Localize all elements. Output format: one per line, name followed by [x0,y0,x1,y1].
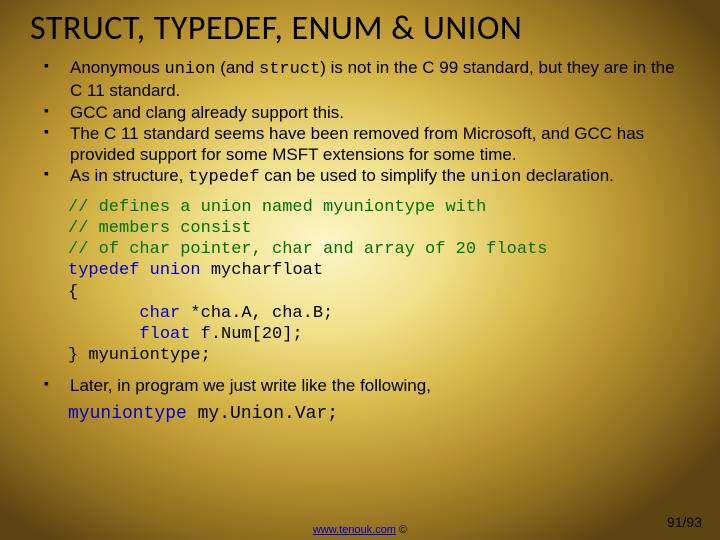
text: declaration. [521,166,614,185]
text: As in structure, [70,166,188,185]
code-keyword: char [68,304,180,323]
code-comment: // of char pointer, char and array of 20… [68,240,547,259]
text: Anonymous [70,58,165,77]
code-keyword: typedef [68,261,139,280]
bullet-list-bottom: Later, in program we just write like the… [30,375,690,396]
footer: www.tenouk.com © [0,524,720,536]
code-text: my.Union.Var; [187,404,338,424]
text: can be used to simplify the [260,166,471,185]
code-keyword: union [150,261,201,280]
footer-link[interactable]: www.tenouk.com [313,524,396,536]
code-block: // defines a union named myuniontype wit… [68,197,690,367]
code-keyword: float [68,325,190,344]
code-inline: typedef [188,168,259,187]
bullet-5: Later, in program we just write like the… [44,375,690,396]
code-comment: // members consist [68,219,252,238]
page-number: 91/93 [667,514,702,530]
code-text: { [68,283,78,302]
text: (and [216,58,259,77]
slide: STRUCT, TYPEDEF, ENUM & UNION Anonymous … [0,0,720,540]
bullet-2: GCC and clang already support this. [44,102,690,123]
bullet-1: Anonymous union (and struct) is not in t… [44,57,690,102]
code-text: mycharfloat [201,261,323,280]
bullet-list-top: Anonymous union (and struct) is not in t… [30,57,690,189]
code-inline: struct [259,60,320,79]
code-keyword: myuniontype [68,404,187,424]
bullet-3: The C 11 standard seems have been remove… [44,123,690,166]
slide-title: STRUCT, TYPEDEF, ENUM & UNION [30,8,690,49]
code-text: } myuniontype; [68,346,211,365]
code-inline: union [470,168,521,187]
bullet-4: As in structure, typedef can be used to … [44,165,690,188]
code-inline: union [165,60,216,79]
code-text: f.Num[20]; [190,325,302,344]
code-text: *cha.A, cha.B; [180,304,333,323]
usage-line: myuniontype my.Union.Var; [68,404,690,424]
code-comment: // defines a union named myuniontype wit… [68,198,486,217]
copyright-icon: © [396,524,407,536]
